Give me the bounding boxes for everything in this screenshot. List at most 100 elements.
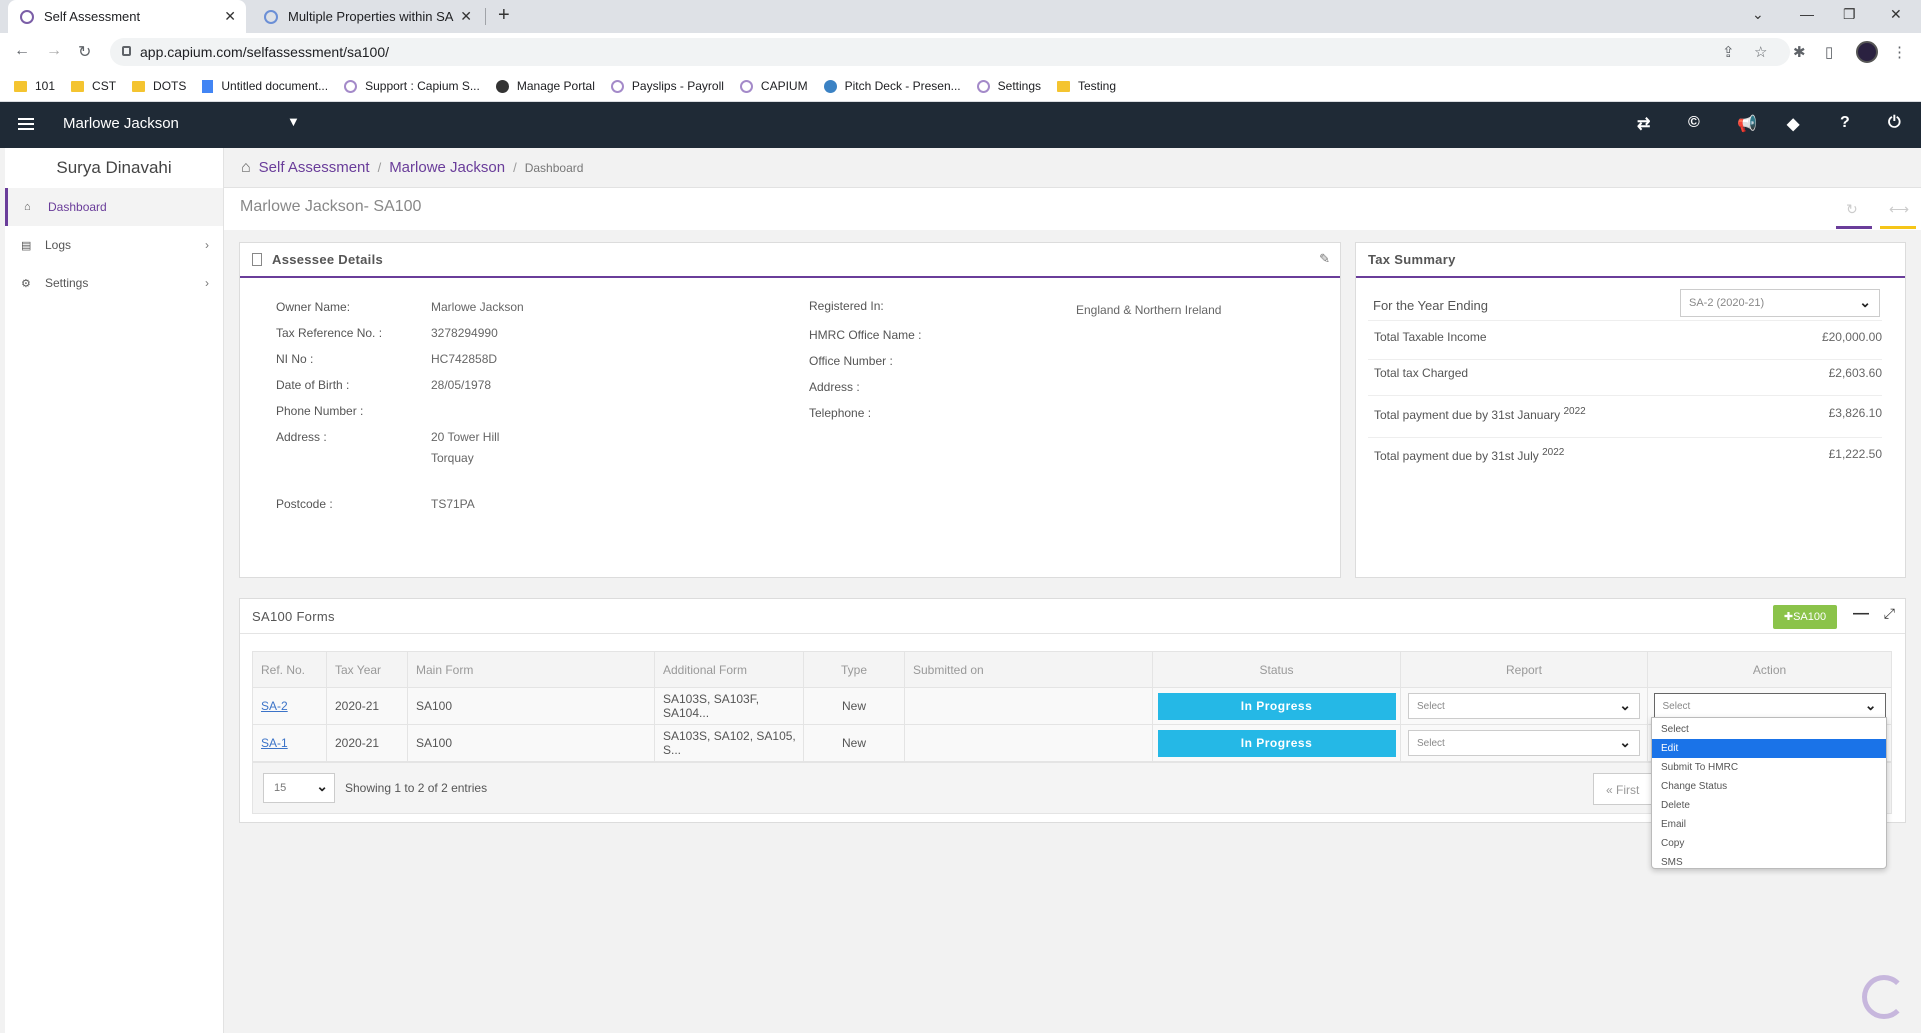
sidebar-item-dashboard[interactable]: ⌂ Dashboard: [5, 188, 223, 226]
swap-icon[interactable]: ⇄: [1637, 114, 1650, 134]
first-page-button[interactable]: « First: [1593, 773, 1653, 805]
menu-item-submit-to-hmrc[interactable]: Submit To HMRC: [1652, 758, 1886, 777]
sidebar-item-label: Dashboard: [48, 200, 107, 214]
bookmark-item[interactable]: Untitled document...: [202, 79, 328, 93]
collapse-icon[interactable]: ⟷: [1889, 201, 1909, 218]
status-badge[interactable]: In Progress: [1157, 692, 1396, 720]
bookmark-item[interactable]: 101: [14, 79, 55, 93]
select-value: 15: [274, 782, 287, 794]
extensions-icon[interactable]: ✱: [1793, 43, 1806, 61]
col-tax-year[interactable]: Tax Year: [326, 651, 408, 688]
home-icon[interactable]: ⌂: [241, 159, 251, 177]
refresh-icon[interactable]: ↻: [1846, 201, 1858, 218]
folder-icon: [132, 80, 146, 92]
tax-summary-row: Total payment due by 31st July 2022 £1,2…: [1368, 441, 1882, 479]
sidebar-item-settings[interactable]: ⚙ Settings ›: [5, 264, 223, 302]
col-action[interactable]: Action: [1647, 651, 1892, 688]
bookmark-label: Manage Portal: [516, 79, 595, 93]
breadcrumb-self-assessment[interactable]: Self Assessment: [259, 159, 370, 176]
reload-icon[interactable]: ↻: [78, 42, 91, 62]
menu-item-delete[interactable]: Delete: [1652, 796, 1886, 815]
sidebar-item-logs[interactable]: ▤ Logs ›: [5, 226, 223, 264]
add-sa100-button[interactable]: ✚SA100: [1773, 605, 1837, 629]
power-icon[interactable]: ⏻: [1888, 114, 1901, 132]
browser-tab-multiple-properties[interactable]: Multiple Properties within SA ✕: [252, 0, 482, 33]
status-badge[interactable]: In Progress: [1157, 729, 1396, 757]
share-icon[interactable]: ⇪: [1722, 43, 1735, 61]
cell-type: New: [803, 687, 905, 725]
bookmark-item[interactable]: Settings: [976, 79, 1041, 93]
panel-title: SA100 Forms: [252, 608, 335, 624]
bookmark-star-icon[interactable]: ☆: [1754, 43, 1767, 61]
col-type[interactable]: Type: [803, 651, 905, 688]
breadcrumb-client[interactable]: Marlowe Jackson: [389, 159, 505, 176]
breadcrumb-separator: /: [377, 160, 382, 175]
side-panel-icon[interactable]: ▯: [1825, 43, 1833, 61]
megaphone-icon[interactable]: 📢: [1737, 114, 1757, 134]
bookmark-item[interactable]: Payslips - Payroll: [610, 79, 724, 93]
gear-favicon-icon: [264, 9, 278, 24]
capium-chat-icon[interactable]: [1862, 975, 1906, 1019]
col-main-form[interactable]: Main Form: [407, 651, 655, 688]
browser-tab-bar: Self Assessment ✕ Multiple Properties wi…: [0, 0, 1921, 33]
hamburger-menu-icon[interactable]: [18, 118, 34, 130]
edit-icon[interactable]: ✎: [1319, 251, 1330, 267]
minimize-icon[interactable]: —: [1800, 6, 1814, 22]
report-select[interactable]: Select ⌄: [1408, 693, 1640, 719]
help-icon[interactable]: ?: [1840, 114, 1850, 132]
menu-item-copy[interactable]: Copy: [1652, 834, 1886, 853]
cell-report: Select ⌄: [1400, 724, 1648, 762]
ref-link[interactable]: SA-2: [261, 699, 288, 713]
menu-item-change-status[interactable]: Change Status: [1652, 777, 1886, 796]
bookmark-item[interactable]: CAPIUM: [739, 79, 808, 93]
tab-search-icon[interactable]: ⌄: [1752, 6, 1764, 23]
client-name[interactable]: Marlowe Jackson: [63, 115, 179, 132]
action-select[interactable]: Select ⌄: [1653, 693, 1886, 719]
address-bar[interactable]: app.capium.com/selfassessment/sa100/: [110, 38, 1790, 66]
col-status[interactable]: Status: [1152, 651, 1401, 688]
profile-avatar[interactable]: [1856, 41, 1878, 63]
ref-link[interactable]: SA-1: [261, 736, 288, 750]
chevron-down-icon: ⌄: [1859, 294, 1871, 310]
bookmark-item[interactable]: DOTS: [132, 79, 186, 93]
bookmark-item[interactable]: Support : Capium S...: [344, 79, 480, 93]
bookmark-label: Settings: [997, 79, 1041, 93]
report-select[interactable]: Select ⌄: [1408, 730, 1640, 756]
new-tab-icon[interactable]: +: [498, 4, 510, 27]
col-report[interactable]: Report: [1400, 651, 1648, 688]
col-additional-form[interactable]: Additional Form: [654, 651, 804, 688]
chevron-down-icon[interactable]: ▼: [287, 114, 300, 129]
table-header-row: Ref. No. Tax Year Main Form Additional F…: [252, 651, 1892, 688]
restore-icon[interactable]: ❐: [1843, 6, 1856, 23]
col-submitted-on[interactable]: Submitted on: [904, 651, 1153, 688]
minimize-panel-icon[interactable]: —: [1853, 605, 1869, 623]
expand-icon[interactable]: ⤢: [1884, 605, 1895, 622]
tag-icon[interactable]: ◆: [1787, 114, 1799, 134]
bookmark-item[interactable]: CST: [71, 79, 116, 93]
menu-item-sms[interactable]: SMS: [1652, 853, 1886, 872]
bookmark-item[interactable]: Manage Portal: [495, 79, 595, 93]
browser-tab-self-assessment[interactable]: Self Assessment ✕: [8, 0, 246, 33]
value-registered-in: England & Northern Ireland: [1076, 303, 1222, 317]
menu-item-email[interactable]: Email: [1652, 815, 1886, 834]
year-ending-select[interactable]: SA-2 (2020-21) ⌄: [1680, 289, 1880, 317]
menu-kebab-icon[interactable]: ⋮: [1892, 43, 1907, 61]
menu-item-select[interactable]: Select: [1652, 720, 1886, 739]
forward-icon[interactable]: →: [46, 42, 62, 60]
col-ref-no[interactable]: Ref. No.: [252, 651, 327, 688]
capium-icon: [344, 79, 358, 93]
bookmark-item[interactable]: Testing: [1057, 79, 1116, 93]
close-window-icon[interactable]: ✕: [1890, 6, 1902, 23]
close-tab-icon[interactable]: ✕: [224, 8, 236, 25]
capium-icon[interactable]: ©: [1688, 114, 1700, 132]
capium-icon: [976, 79, 990, 93]
page-size-select[interactable]: 15 ⌄: [263, 773, 335, 803]
accent-underline: [1880, 226, 1916, 229]
back-icon[interactable]: ←: [14, 42, 30, 60]
tax-summary-row: Total tax Charged £2,603.60: [1368, 366, 1882, 396]
row-label: Total Taxable Income: [1374, 330, 1487, 344]
menu-item-edit[interactable]: Edit: [1652, 739, 1886, 758]
cell-report: Select ⌄: [1400, 687, 1648, 725]
close-tab-icon[interactable]: ✕: [460, 8, 472, 25]
bookmark-item[interactable]: Pitch Deck - Presen...: [823, 79, 961, 93]
